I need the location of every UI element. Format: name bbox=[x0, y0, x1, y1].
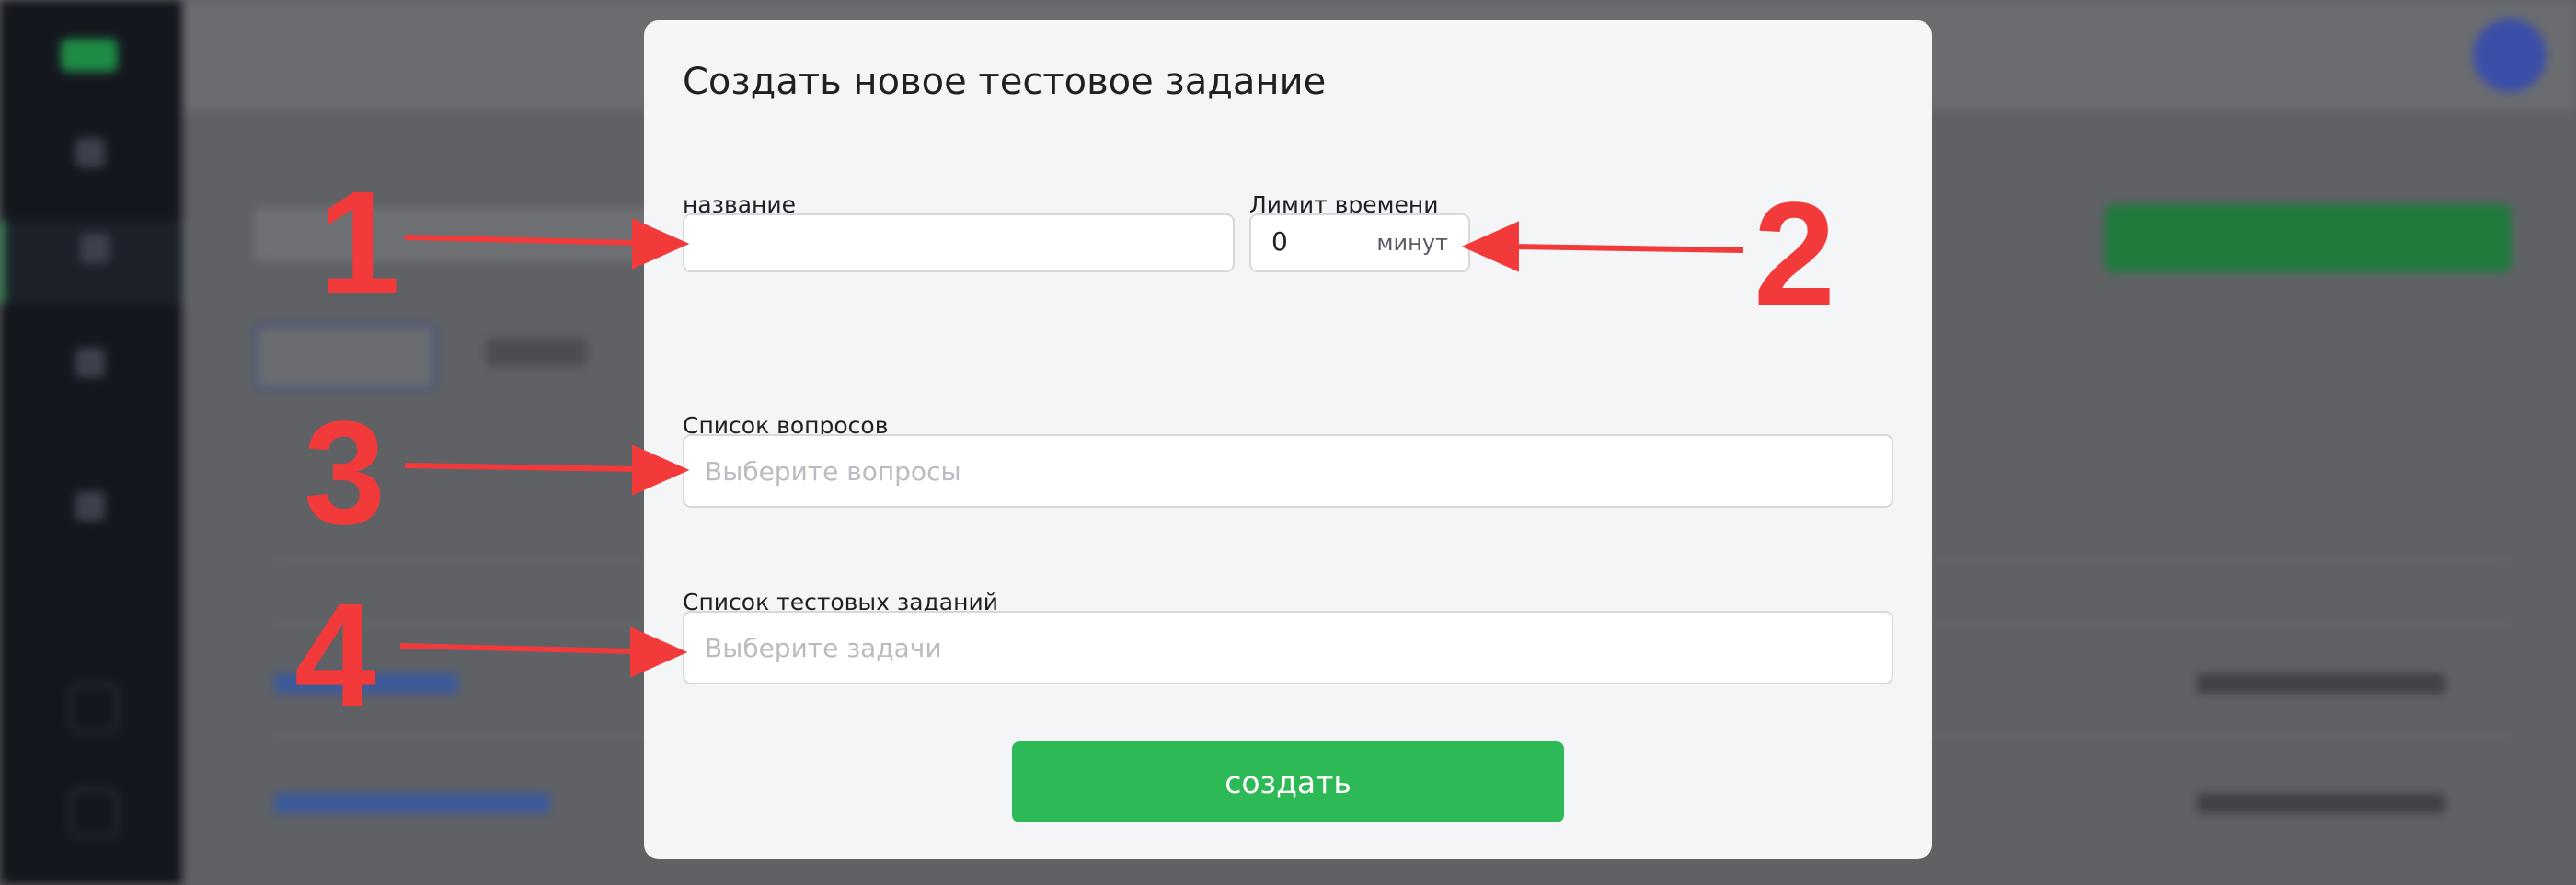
annotation-number-1: 1 bbox=[318, 160, 400, 325]
arrow-3 bbox=[404, 463, 636, 472]
arrow-1 bbox=[404, 235, 638, 246]
arrow-3-head bbox=[632, 444, 690, 496]
annotation-number-3: 3 bbox=[304, 390, 385, 555]
arrow-1-head bbox=[632, 218, 690, 270]
annotation-arrows bbox=[399, 218, 1744, 678]
arrow-4 bbox=[399, 643, 634, 654]
annotation-number-4: 4 bbox=[294, 572, 376, 737]
arrow-2-head bbox=[1461, 221, 1519, 272]
annotation-number-2: 2 bbox=[1754, 171, 1835, 336]
arrow-2 bbox=[1508, 244, 1744, 253]
arrow-4-head bbox=[630, 626, 688, 678]
